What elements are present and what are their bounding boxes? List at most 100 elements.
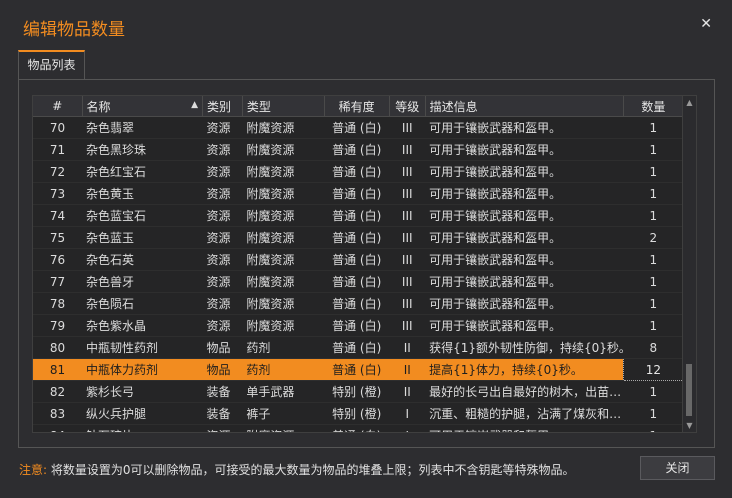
item-grid[interactable]: # 名称 ▲ 类别 类型 稀有度 等级 描述信息 数量 70 杂色翡翠 资源 附魔资源普… xyxy=(32,95,697,433)
item-rarity: 普通 (白) xyxy=(324,424,390,432)
table-row[interactable]: 78 杂色陨石 资源 附魔资源 普通 (白) III 可用于镶嵌武器和盔甲。 1 xyxy=(33,292,684,315)
item-level: III xyxy=(389,182,426,205)
item-rarity: 普通 (白) xyxy=(324,336,390,359)
item-name: 杂色陨石 xyxy=(82,292,203,315)
item-category: 资源 xyxy=(202,226,243,249)
scroll-up-icon[interactable]: ▲ xyxy=(683,96,696,109)
item-type: 药剂 xyxy=(242,358,325,381)
table-row[interactable]: 71 杂色黑珍珠 资源 附魔资源 普通 (白) III 可用于镶嵌武器和盔甲。 1 xyxy=(33,138,684,161)
col-header-index[interactable]: # xyxy=(33,96,83,117)
row-index: 74 xyxy=(33,204,83,227)
item-description: 沉重、粗糙的护腿，沾满了煤灰和… xyxy=(425,402,624,425)
item-name: 纵火兵护腿 xyxy=(82,402,203,425)
item-description: 可用于镶嵌武器和盔甲。 xyxy=(425,204,624,227)
item-quantity[interactable]: 1 xyxy=(623,248,684,271)
item-level: II xyxy=(389,380,426,403)
row-index: 77 xyxy=(33,270,83,293)
table-row[interactable]: 70 杂色翡翠 资源 附魔资源 普通 (白) III 可用于镶嵌武器和盔甲。 1 xyxy=(33,116,684,139)
col-header-category[interactable]: 类别 xyxy=(202,96,243,117)
close-icon[interactable]: ✕ xyxy=(700,16,712,32)
col-header-name-label: 名称 xyxy=(86,99,111,114)
item-category: 资源 xyxy=(202,248,243,271)
item-name: 中瓶体力药剂 xyxy=(82,358,203,381)
item-type: 裤子 xyxy=(242,402,325,425)
item-description: 可用于镶嵌武器和盔甲。 xyxy=(425,116,624,139)
item-category: 资源 xyxy=(202,160,243,183)
title-bar: 编辑物品数量 ✕ xyxy=(0,0,732,48)
item-level: III xyxy=(389,204,426,227)
item-type: 附魔资源 xyxy=(242,160,325,183)
item-quantity[interactable]: 1 xyxy=(623,182,684,205)
item-level: II xyxy=(389,336,426,359)
item-type: 附魔资源 xyxy=(242,270,325,293)
tab-item-list[interactable]: 物品列表 xyxy=(18,50,85,79)
item-type: 附魔资源 xyxy=(242,204,325,227)
notice-label: 注意: xyxy=(19,463,48,477)
item-rarity: 普通 (白) xyxy=(324,248,390,271)
item-level: III xyxy=(389,160,426,183)
col-header-quantity[interactable]: 数量 xyxy=(623,96,685,117)
table-row[interactable]: 79 杂色紫水晶 资源 附魔资源 普通 (白) III 可用于镶嵌武器和盔甲。 1 xyxy=(33,314,684,337)
table-row[interactable]: 84钻石碎片资源附魔资源普通 (白)I可用于镶嵌武器和盔甲。1 xyxy=(33,424,684,432)
item-type: 药剂 xyxy=(242,336,325,359)
vertical-scrollbar[interactable]: ▲ ▼ xyxy=(682,96,696,432)
col-header-name[interactable]: 名称 ▲ xyxy=(82,96,204,117)
table-row[interactable]: 83 纵火兵护腿 装备 裤子 特别 (橙) I 沉重、粗糙的护腿，沾满了煤灰和… 1 xyxy=(33,402,684,425)
row-index: 75 xyxy=(33,226,83,249)
notice-text: 注意: 将数量设置为0可以删除物品，可接受的最大数量为物品的堆叠上限；列表中不含… xyxy=(19,461,575,478)
item-quantity[interactable]: 1 xyxy=(623,292,684,315)
item-level: III xyxy=(389,292,426,315)
table-row[interactable]: 81 中瓶体力药剂 物品 药剂 普通 (白) II 提高{1}体力，持续{0}秒。 12 xyxy=(33,358,685,381)
sort-ascending-icon: ▲ xyxy=(191,99,199,110)
item-quantity[interactable]: 1 xyxy=(623,314,684,337)
item-quantity[interactable]: 2 xyxy=(623,226,684,249)
table-row[interactable]: 75 杂色蓝玉 资源 附魔资源 普通 (白) III 可用于镶嵌武器和盔甲。 2 xyxy=(33,226,684,249)
item-rarity: 普通 (白) xyxy=(324,138,390,161)
item-quantity[interactable]: 1 xyxy=(623,380,684,403)
item-description: 可用于镶嵌武器和盔甲。 xyxy=(425,314,624,337)
close-button[interactable]: 关闭 xyxy=(640,456,715,480)
item-type: 附魔资源 xyxy=(242,314,325,337)
item-name: 杂色翡翠 xyxy=(82,116,203,139)
col-header-description[interactable]: 描述信息 xyxy=(425,96,624,117)
item-quantity[interactable]: 1 xyxy=(623,138,684,161)
col-header-level[interactable]: 等级 xyxy=(389,96,426,117)
item-description: 提高{1}体力，持续{0}秒。 xyxy=(425,358,624,381)
item-quantity[interactable]: 1 xyxy=(623,116,684,139)
row-index: 76 xyxy=(33,248,83,271)
item-description: 最好的长弓出自最好的树木，出苗… xyxy=(425,380,624,403)
table-row[interactable]: 76 杂色石英 资源 附魔资源 普通 (白) III 可用于镶嵌武器和盔甲。 1 xyxy=(33,248,684,271)
item-rarity: 普通 (白) xyxy=(324,314,390,337)
item-rarity: 特别 (橙) xyxy=(324,380,390,403)
item-description: 获得{1}额外韧性防御，持续{0}秒。 xyxy=(425,336,624,359)
item-level: III xyxy=(389,138,426,161)
item-quantity[interactable]: 1 xyxy=(623,402,684,425)
col-header-rarity[interactable]: 稀有度 xyxy=(324,96,390,117)
item-quantity[interactable]: 8 xyxy=(623,336,684,359)
item-quantity[interactable]: 1 xyxy=(623,204,684,227)
table-row[interactable]: 77 杂色兽牙 资源 附魔资源 普通 (白) III 可用于镶嵌武器和盔甲。 1 xyxy=(33,270,684,293)
item-category: 物品 xyxy=(202,358,243,381)
table-row[interactable]: 80 中瓶韧性药剂 物品 药剂 普通 (白) II 获得{1}额外韧性防御，持续{0}秒。 8 xyxy=(33,336,684,359)
table-row[interactable]: 73 杂色黄玉 资源 附魔资源 普通 (白) III 可用于镶嵌武器和盔甲。 1 xyxy=(33,182,684,205)
window-title: 编辑物品数量 xyxy=(23,20,125,40)
scrollbar-thumb[interactable] xyxy=(686,364,692,416)
item-description: 可用于镶嵌武器和盔甲。 xyxy=(425,138,624,161)
item-quantity[interactable]: 1 xyxy=(623,270,684,293)
item-level: III xyxy=(389,116,426,139)
row-index: 84 xyxy=(33,424,83,432)
col-header-type[interactable]: 类型 xyxy=(242,96,325,117)
table-row[interactable]: 82 紫杉长弓 装备 单手武器 特别 (橙) II 最好的长弓出自最好的树木，出苗… 1 xyxy=(33,380,684,403)
item-type: 单手武器 xyxy=(242,380,325,403)
item-rarity: 普通 (白) xyxy=(324,182,390,205)
item-quantity[interactable]: 1 xyxy=(623,160,684,183)
scroll-down-icon[interactable]: ▼ xyxy=(683,419,696,432)
item-quantity[interactable]: 1 xyxy=(623,424,684,432)
row-index: 78 xyxy=(33,292,83,315)
item-type: 附魔资源 xyxy=(242,138,325,161)
table-row[interactable]: 74 杂色蓝宝石 资源 附魔资源 普通 (白) III 可用于镶嵌武器和盔甲。 1 xyxy=(33,204,684,227)
item-category: 资源 xyxy=(202,292,243,315)
table-row[interactable]: 72 杂色红宝石 资源 附魔资源 普通 (白) III 可用于镶嵌武器和盔甲。 1 xyxy=(33,160,684,183)
item-quantity[interactable]: 12 xyxy=(622,358,685,381)
item-name: 杂色黄玉 xyxy=(82,182,203,205)
